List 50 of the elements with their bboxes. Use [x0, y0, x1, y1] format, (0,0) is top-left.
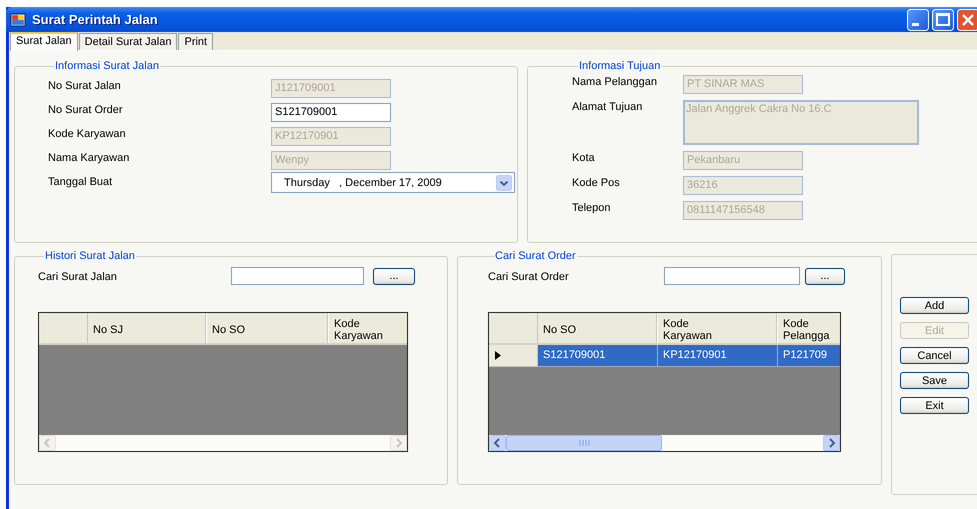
action-button[interactable]: Add [900, 297, 969, 314]
action-button[interactable]: Save [900, 372, 969, 389]
tab[interactable]: Surat Jalan [10, 32, 78, 51]
search-label: Cari Surat Order [488, 270, 570, 282]
scroll-thumb[interactable] [506, 435, 662, 451]
date-picker[interactable]: Thursday , December 17, 2009 [271, 172, 515, 193]
field-label: No Surat Order [48, 103, 123, 116]
window-title: Surat Perintah Jalan [32, 12, 158, 27]
column-header[interactable]: Kode Pelangga [778, 313, 840, 343]
search-field[interactable] [664, 267, 800, 285]
minimize-button[interactable] [907, 8, 929, 30]
field-label: Kota [572, 151, 595, 164]
table-cell: KP12170901 [658, 345, 778, 367]
browse-button[interactable]: ... [805, 268, 845, 284]
column-header[interactable]: Kode Karyawan [329, 313, 407, 343]
row-header[interactable] [489, 345, 538, 367]
browse-button[interactable]: ... [373, 268, 415, 284]
tab[interactable]: Detail Surat Jalan [78, 33, 178, 50]
group-title: Informasi Surat Jalan [54, 60, 160, 72]
search-field[interactable] [231, 267, 364, 285]
tab[interactable]: Print [178, 33, 214, 50]
column-header[interactable]: Kode Karyawan [658, 313, 778, 343]
table-cell: P121709 [778, 345, 840, 367]
column-header[interactable]: No SJ [88, 313, 207, 343]
field-label: Kode Pos [572, 176, 620, 189]
dropdown-button[interactable] [496, 174, 512, 190]
field-label: Kode Karyawan [48, 127, 126, 140]
input-field[interactable]: S121709001 [271, 103, 391, 122]
field-label: Alamat Tujuan [572, 100, 642, 113]
field-label: Nama Pelanggan [572, 75, 658, 88]
column-header[interactable]: No SO [207, 313, 329, 343]
scroll-right-button[interactable] [823, 435, 840, 451]
group-title: Informasi Tujuan [578, 60, 662, 72]
table-cell: S121709001 [538, 345, 658, 367]
search-label: Cari Surat Jalan [38, 270, 118, 282]
action-button[interactable]: Exit [900, 397, 969, 414]
column-header[interactable]: No SO [538, 313, 658, 343]
horizontal-scrollbar[interactable] [489, 435, 840, 451]
app-icon [10, 12, 26, 28]
field-label: Tanggal Buat [48, 175, 112, 188]
close-button[interactable] [957, 8, 977, 30]
maximize-button[interactable] [932, 8, 954, 30]
row-pointer-icon [495, 351, 501, 360]
group-title: Histori Surat Jalan [44, 250, 136, 262]
field-label: Telepon [572, 201, 611, 214]
scroll-left-button[interactable] [489, 435, 506, 451]
group-title: Cari Surat Order [494, 250, 577, 262]
field-label: Nama Karyawan [48, 151, 130, 164]
field-label: No Surat Jalan [48, 79, 121, 92]
action-button[interactable]: Cancel [900, 347, 969, 364]
